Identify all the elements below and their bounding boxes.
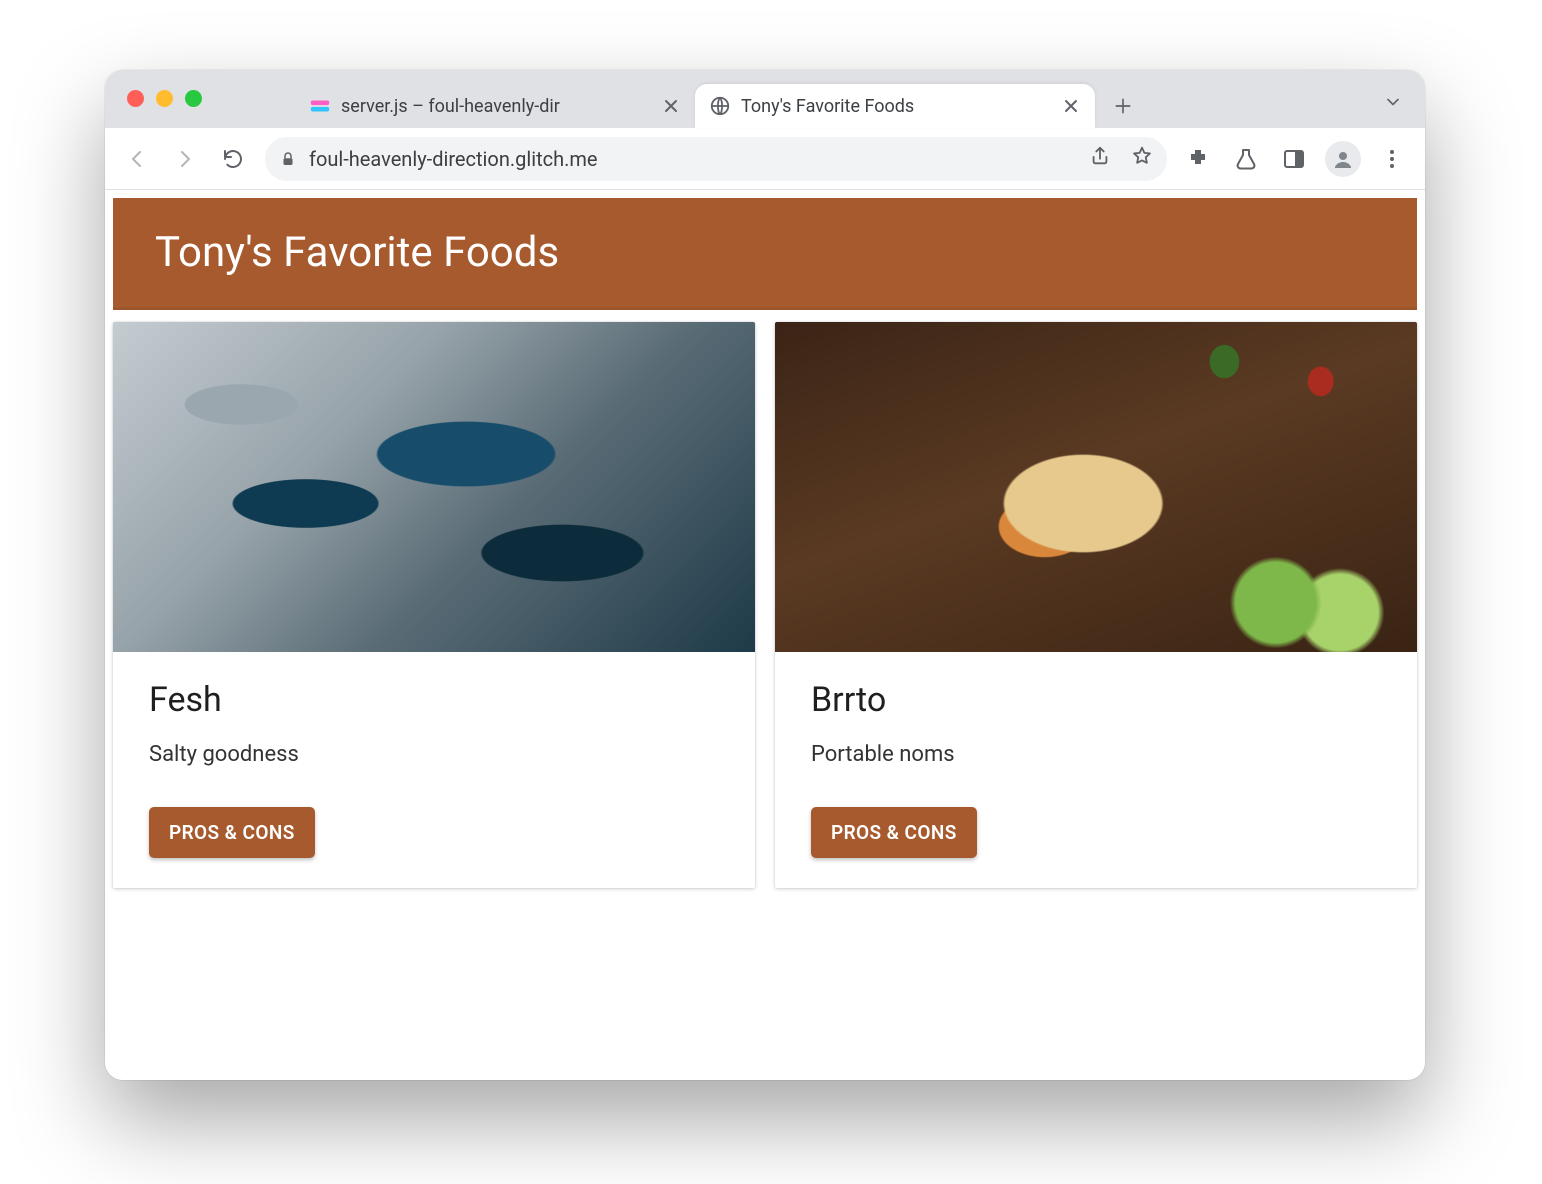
page-title-text: Tony's Favorite Foods — [155, 228, 559, 277]
window-controls — [127, 90, 202, 107]
card-description: Portable noms — [811, 742, 1381, 767]
food-image — [775, 322, 1417, 652]
button-label: PROS & CONS — [831, 821, 957, 844]
forward-button[interactable] — [163, 137, 207, 181]
back-button[interactable] — [115, 137, 159, 181]
tab-strip: server.js – foul-heavenly-dir Tony's Fav… — [105, 70, 1425, 128]
tab-title: Tony's Favorite Foods — [741, 96, 1051, 117]
close-tab-icon[interactable] — [1061, 96, 1081, 116]
browser-window: server.js – foul-heavenly-dir Tony's Fav… — [105, 70, 1425, 1080]
side-panel-icon[interactable] — [1277, 142, 1311, 176]
share-icon[interactable] — [1089, 145, 1111, 172]
profile-avatar[interactable] — [1325, 141, 1361, 177]
minimize-window-button[interactable] — [156, 90, 173, 107]
lock-icon — [279, 150, 297, 168]
card-title: Brrto — [811, 680, 1381, 720]
reload-button[interactable] — [211, 137, 255, 181]
card-description: Salty goodness — [149, 742, 719, 767]
pros-cons-button[interactable]: PROS & CONS — [149, 807, 315, 858]
tab-glitch-editor[interactable]: server.js – foul-heavenly-dir — [295, 84, 695, 128]
maximize-window-button[interactable] — [185, 90, 202, 107]
close-tab-icon[interactable] — [661, 96, 681, 116]
food-card-brrto: Brrto Portable noms PROS & CONS — [775, 322, 1417, 888]
toolbar: foul-heavenly-direction.glitch.me — [105, 128, 1425, 190]
food-image — [113, 322, 755, 652]
globe-icon — [709, 95, 731, 117]
tabs: server.js – foul-heavenly-dir Tony's Fav… — [295, 70, 1143, 128]
card-body: Brrto Portable noms PROS & CONS — [775, 652, 1417, 888]
bookmark-star-icon[interactable] — [1131, 145, 1153, 172]
card-body: Fesh Salty goodness PROS & CONS — [113, 652, 755, 888]
extensions-icon[interactable] — [1181, 142, 1215, 176]
card-title: Fesh — [149, 680, 719, 720]
glitch-icon — [309, 95, 331, 117]
labs-icon[interactable] — [1229, 142, 1263, 176]
kebab-menu-icon[interactable] — [1375, 142, 1409, 176]
close-window-button[interactable] — [127, 90, 144, 107]
tabs-dropdown-button[interactable] — [1379, 88, 1407, 116]
new-tab-button[interactable] — [1103, 86, 1143, 126]
page-title: Tony's Favorite Foods — [113, 198, 1417, 310]
url-text: foul-heavenly-direction.glitch.me — [309, 147, 1077, 171]
tab-title: server.js – foul-heavenly-dir — [341, 96, 651, 117]
tab-favorite-foods[interactable]: Tony's Favorite Foods — [695, 84, 1095, 128]
toolbar-actions — [1181, 141, 1415, 177]
cards-row: Fesh Salty goodness PROS & CONS Brrto Po… — [113, 310, 1417, 888]
page-viewport: Tony's Favorite Foods Fesh Salty goodnes… — [105, 190, 1425, 1080]
food-card-fesh: Fesh Salty goodness PROS & CONS — [113, 322, 755, 888]
address-bar[interactable]: foul-heavenly-direction.glitch.me — [265, 137, 1167, 181]
button-label: PROS & CONS — [169, 821, 295, 844]
pros-cons-button[interactable]: PROS & CONS — [811, 807, 977, 858]
